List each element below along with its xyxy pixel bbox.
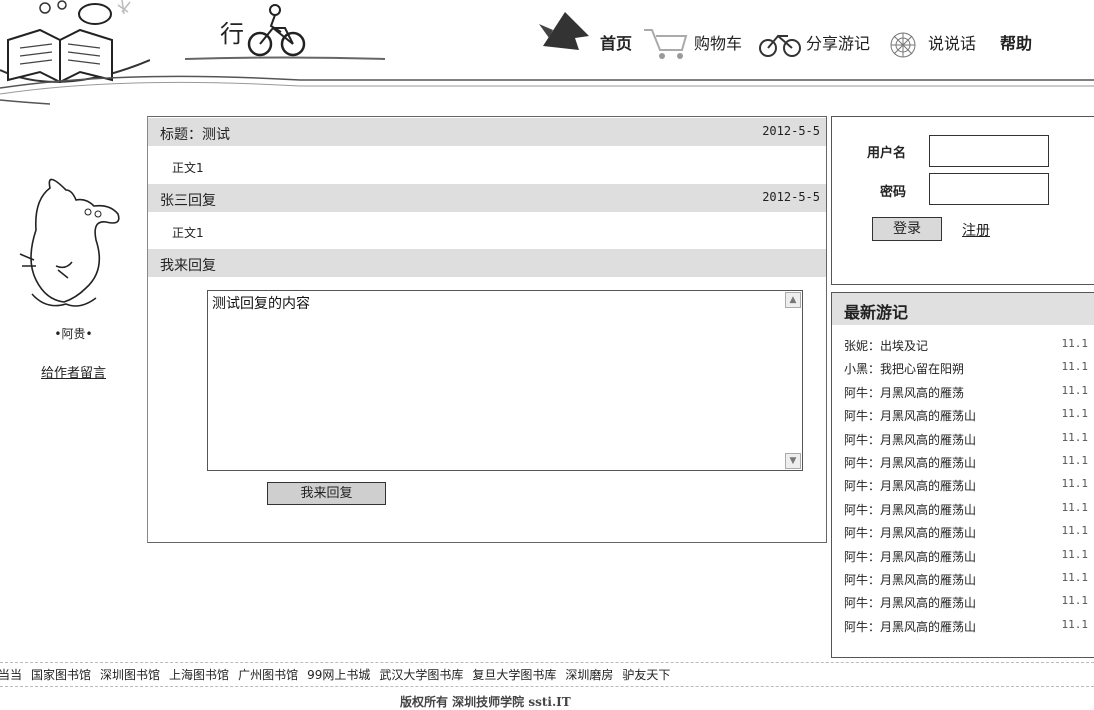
- journal-date: 11.1: [1061, 383, 1089, 397]
- reply-author: 张三回复: [160, 193, 216, 209]
- journal-date: 11.1: [1061, 571, 1089, 584]
- footer-link[interactable]: 武汉大学图书库: [379, 668, 463, 682]
- journal-list-item[interactable]: 阿牛：月黑风高的雁荡山 11.1: [844, 571, 1092, 594]
- footer-divider-bottom: [0, 686, 1094, 687]
- latest-journals-box: 最新游记 张妮：出埃及记 11.1 小黑：我把心留在阳朔 11.1 阿牛：月黑风高的雁荡…: [831, 292, 1094, 658]
- spiderweb-icon: [890, 32, 916, 58]
- journal-list-item[interactable]: 阿牛：月黑风高的雁荡山 11.1: [844, 407, 1092, 430]
- journal-list-item[interactable]: 阿牛：月黑风高的雁荡山 11.1: [844, 524, 1092, 547]
- header-curve: [0, 75, 1094, 105]
- username-input[interactable]: [929, 135, 1049, 167]
- footer-link[interactable]: 当当: [0, 668, 22, 682]
- journal-date: 11.1: [1061, 360, 1089, 374]
- journal-title[interactable]: 阿牛：月黑风高的雁荡山: [844, 618, 976, 635]
- journal-title[interactable]: 阿牛：月黑风高的雁荡山: [844, 501, 976, 518]
- site-logo-text: 行: [220, 20, 244, 48]
- journal-title[interactable]: 阿牛：月黑风高的雁荡山: [844, 524, 976, 541]
- cyclist-icon: [247, 4, 306, 57]
- reply-body: 正文1: [172, 226, 204, 240]
- journal-date: 11.1: [1061, 594, 1089, 608]
- journal-list-item[interactable]: 阿牛：月黑风高的雁荡 11.1: [844, 384, 1092, 407]
- password-input[interactable]: [929, 173, 1049, 205]
- journal-title[interactable]: 阿牛：月黑风高的雁荡山: [844, 407, 976, 424]
- journal-list-item[interactable]: 张妮：出埃及记 11.1: [844, 337, 1092, 360]
- footer-divider-top: [0, 662, 1094, 663]
- reply-date: 2012-5-5: [762, 190, 820, 204]
- moomin-avatar: [19, 178, 120, 307]
- journal-title[interactable]: 阿牛：月黑风高的雁荡山: [844, 477, 976, 494]
- leaf-icon: [539, 12, 589, 50]
- nav-cart[interactable]: 购物车: [694, 30, 742, 54]
- login-box: 用户名 密码 登录 注册: [831, 116, 1094, 285]
- username-label: 用户名: [867, 146, 907, 161]
- footer-link[interactable]: 复旦大学图书库: [472, 668, 556, 682]
- footer-link[interactable]: 国家图书馆: [31, 668, 91, 682]
- post-title-bar: 标题：测试 2012-5-5: [148, 118, 826, 146]
- reply-textarea-value: 测试回复的内容: [212, 296, 310, 312]
- journal-list-item[interactable]: 阿牛：月黑风高的雁荡山 11.1: [844, 454, 1092, 477]
- footer-link[interactable]: 深圳磨房: [565, 668, 613, 682]
- journal-title[interactable]: 阿牛：月黑风高的雁荡: [844, 384, 964, 401]
- bicycle-icon: [759, 34, 801, 57]
- my-reply-label: 我来回复: [160, 258, 216, 274]
- footer-link[interactable]: 深圳图书馆: [100, 668, 160, 682]
- footer-link[interactable]: 广州图书馆: [238, 668, 298, 682]
- message-author-link[interactable]: 给作者留言: [0, 362, 147, 381]
- journal-title[interactable]: 阿牛：月黑风高的雁荡山: [844, 548, 976, 565]
- journal-list-item[interactable]: 阿牛：月黑风高的雁荡山 11.1: [844, 618, 1092, 641]
- journal-date: 11.1: [1061, 454, 1089, 467]
- footer-link[interactable]: 驴友天下: [622, 668, 670, 682]
- nav-share-journals[interactable]: 分享游记: [806, 30, 870, 54]
- nav-talk[interactable]: 说说话: [928, 30, 976, 54]
- journal-title[interactable]: 阿牛：月黑风高的雁荡山: [844, 431, 976, 448]
- journal-list-item[interactable]: 阿牛：月黑风高的雁荡山 11.1: [844, 431, 1092, 454]
- post-date: 2012-5-5: [762, 124, 820, 138]
- journal-date: 11.1: [1061, 430, 1089, 444]
- footer-links: 当当 国家图书馆 深圳图书馆 上海图书馆 广州图书馆 99网上书城 武汉大学图书库 复旦大学图…: [0, 666, 679, 683]
- journal-title[interactable]: 张妮：出埃及记: [844, 337, 928, 354]
- reply-bar: 张三回复 2012-5-5: [148, 184, 826, 212]
- journal-list-item[interactable]: 阿牛：月黑风高的雁荡山 11.1: [844, 548, 1092, 571]
- reply-textarea[interactable]: 测试回复的内容 ▲ ▼: [207, 290, 803, 471]
- scroll-down-icon[interactable]: ▼: [785, 453, 801, 469]
- journal-date: 11.1: [1061, 407, 1089, 421]
- journal-date: 11.1: [1061, 524, 1089, 538]
- nav-home[interactable]: 首页: [600, 30, 632, 54]
- nav-help[interactable]: 帮助: [1000, 30, 1032, 54]
- journal-list-item[interactable]: 阿牛：月黑风高的雁荡山 11.1: [844, 477, 1092, 500]
- shopping-cart-icon: [644, 29, 688, 59]
- author-name: •阿贵•: [54, 327, 93, 341]
- register-link[interactable]: 注册: [962, 220, 990, 240]
- journal-date: 11.1: [1061, 500, 1089, 514]
- footer-link[interactable]: 99网上书城: [307, 668, 370, 682]
- copyright: 版权所有 深圳技师学院 ssti.IT: [400, 695, 571, 709]
- journal-title[interactable]: 阿牛：月黑风高的雁荡山: [844, 454, 976, 471]
- password-label: 密码: [880, 185, 907, 200]
- login-button[interactable]: 登录: [872, 217, 942, 241]
- journal-date: 11.1: [1061, 547, 1089, 561]
- journal-date: 11.1: [1061, 337, 1089, 350]
- journal-date: 11.1: [1061, 617, 1089, 631]
- post-body: 正文1: [172, 161, 204, 175]
- journal-title[interactable]: 小黑：我把心留在阳朔: [844, 360, 964, 377]
- journal-date: 11.1: [1061, 477, 1089, 491]
- latest-journals-header: 最新游记: [832, 293, 1094, 325]
- journal-list-item[interactable]: 阿牛：月黑风高的雁荡山 11.1: [844, 501, 1092, 524]
- submit-reply-button[interactable]: 我来回复: [267, 482, 386, 505]
- site-header: 行 首页 购物车 分享游记 说说话 帮助: [0, 0, 1094, 110]
- journal-list-item[interactable]: 阿牛：月黑风高的雁荡山 11.1: [844, 594, 1092, 617]
- journal-title[interactable]: 阿牛：月黑风高的雁荡山: [844, 571, 976, 588]
- footer-link[interactable]: 上海图书馆: [169, 668, 229, 682]
- latest-journals-title: 最新游记: [844, 303, 909, 322]
- journal-list-item[interactable]: 小黑：我把心留在阳朔 11.1: [844, 360, 1092, 383]
- journal-title[interactable]: 阿牛：月黑风高的雁荡山: [844, 594, 976, 611]
- my-reply-bar: 我来回复: [148, 249, 826, 277]
- post-title: 标题：测试: [160, 127, 230, 143]
- scroll-up-icon[interactable]: ▲: [785, 292, 801, 308]
